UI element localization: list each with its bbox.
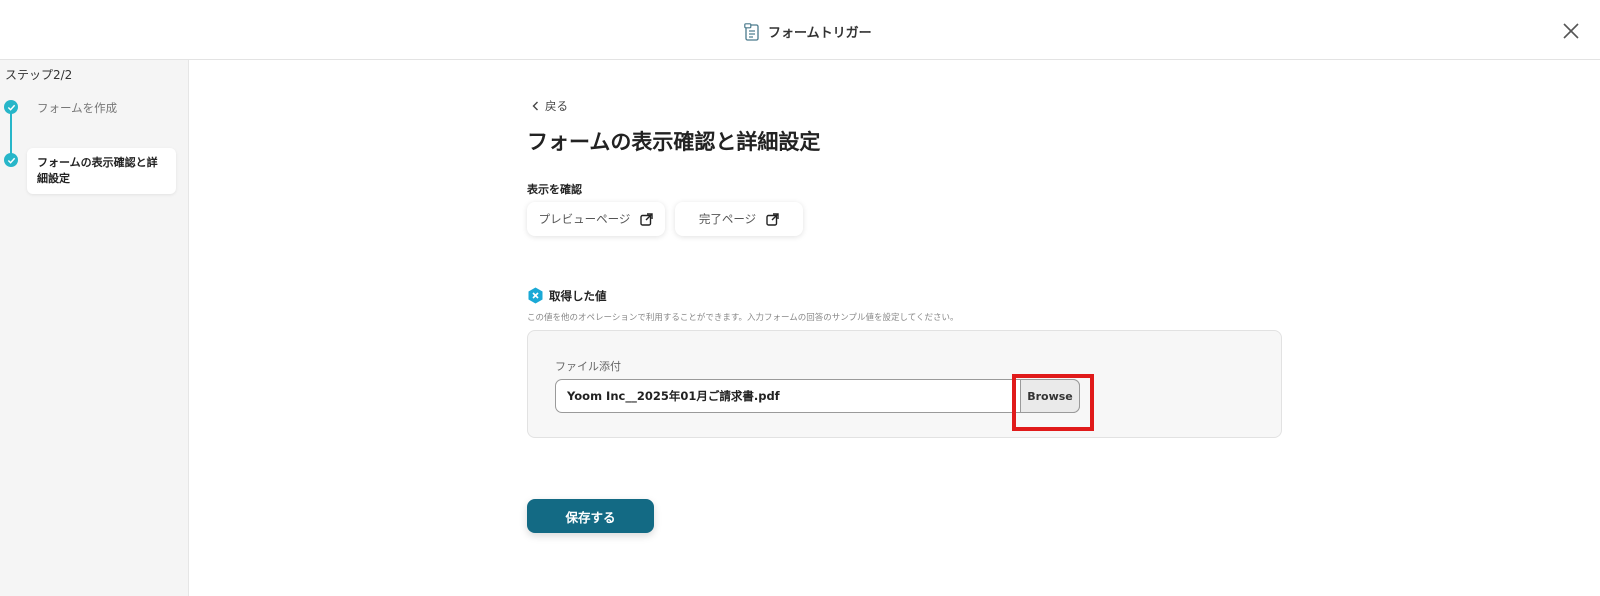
header-title-group: フォームトリガー <box>744 22 872 41</box>
header-title: フォームトリガー <box>768 26 872 41</box>
close-icon[interactable] <box>1560 20 1582 42</box>
save-button[interactable]: 保存する <box>527 499 654 533</box>
page-title: フォームの表示確認と詳細設定 <box>527 130 821 154</box>
display-section-label: 表示を確認 <box>527 183 582 196</box>
browse-button[interactable]: Browse <box>1020 379 1080 413</box>
sample-values-panel: ファイル添付 Yoom Inc__2025年01月ご請求書.pdf Browse <box>527 330 1282 438</box>
step-2-check-icon <box>4 153 18 167</box>
form-icon <box>744 22 759 41</box>
acquired-values-description: この値を他のオペレーションで利用することができます。入力フォームの回答のサンプル… <box>527 313 959 323</box>
back-label: 戻る <box>545 99 568 113</box>
hexagon-x-icon <box>528 287 543 304</box>
step-item-display-settings[interactable]: フォームの表示確認と詳細設定 <box>27 148 176 194</box>
back-link[interactable]: 戻る <box>532 98 568 114</box>
complete-page-button[interactable]: 完了ページ <box>675 202 803 236</box>
step-item-create-form[interactable]: フォームを作成 <box>37 100 117 116</box>
step-count: ステップ2/2 <box>5 68 73 82</box>
preview-page-label: プレビューページ <box>538 212 631 226</box>
external-link-icon <box>766 212 779 226</box>
file-attachment-label: ファイル添付 <box>555 360 621 373</box>
step-sidebar: ステップ2/2 フォームを作成 フォームの表示確認と詳細設定 <box>0 60 189 596</box>
top-bar: フォームトリガー <box>0 0 1600 60</box>
acquired-values-heading: 取得した値 <box>527 287 607 304</box>
acquired-values-title: 取得した値 <box>549 288 607 303</box>
external-link-icon <box>640 212 654 226</box>
complete-page-label: 完了ページ <box>698 212 757 226</box>
file-attachment-input[interactable]: Yoom Inc__2025年01月ご請求書.pdf <box>555 379 1080 413</box>
file-attachment-value: Yoom Inc__2025年01月ご請求書.pdf <box>567 389 780 403</box>
preview-page-button[interactable]: プレビューページ <box>527 202 665 236</box>
chevron-left-icon <box>532 101 538 111</box>
step-1-check-icon <box>4 100 18 114</box>
main-content: 戻る フォームの表示確認と詳細設定 表示を確認 プレビューページ 完了ページ 取… <box>190 60 1600 596</box>
